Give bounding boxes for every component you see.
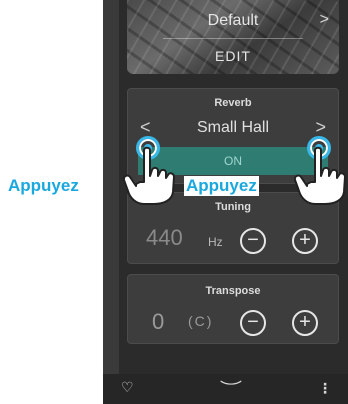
chevron-right-icon[interactable]: >: [320, 11, 329, 29]
pointing-hand-icon: [122, 146, 175, 205]
tap-label-right: Appuyez: [184, 176, 259, 196]
transpose-minus-button[interactable]: −: [240, 310, 266, 336]
reverb-title: Reverb: [214, 97, 252, 109]
bottom-bar: ♡ ︶ ⋮: [103, 374, 348, 404]
pointing-hand-icon: [293, 146, 346, 205]
chevron-down-icon[interactable]: ︶: [220, 375, 242, 399]
banner-divider: [163, 38, 303, 39]
reverb-next-button[interactable]: >: [315, 117, 326, 138]
tuning-value: 440: [146, 225, 183, 250]
heart-icon[interactable]: ♡: [121, 379, 134, 396]
screen-edge: [103, 0, 119, 404]
tuning-minus-button[interactable]: −: [240, 228, 266, 254]
tap-label-left: Appuyez: [6, 176, 81, 196]
tuning-unit: Hz: [208, 235, 223, 249]
preset-name: Default: [207, 12, 259, 29]
transpose-key: (C): [188, 313, 214, 329]
preset-banner[interactable]: Default > EDIT: [127, 0, 339, 74]
tuning-plus-button[interactable]: +: [292, 228, 318, 254]
edit-button[interactable]: EDIT: [127, 48, 339, 64]
transpose-value: 0: [152, 309, 165, 334]
transpose-plus-button[interactable]: +: [292, 310, 318, 336]
transpose-card: Transpose 0 (C) − +: [127, 274, 339, 344]
kebab-menu-icon[interactable]: ⋮: [318, 380, 332, 397]
reverb-type: Small Hall: [196, 119, 269, 136]
transpose-title: Transpose: [205, 285, 261, 297]
